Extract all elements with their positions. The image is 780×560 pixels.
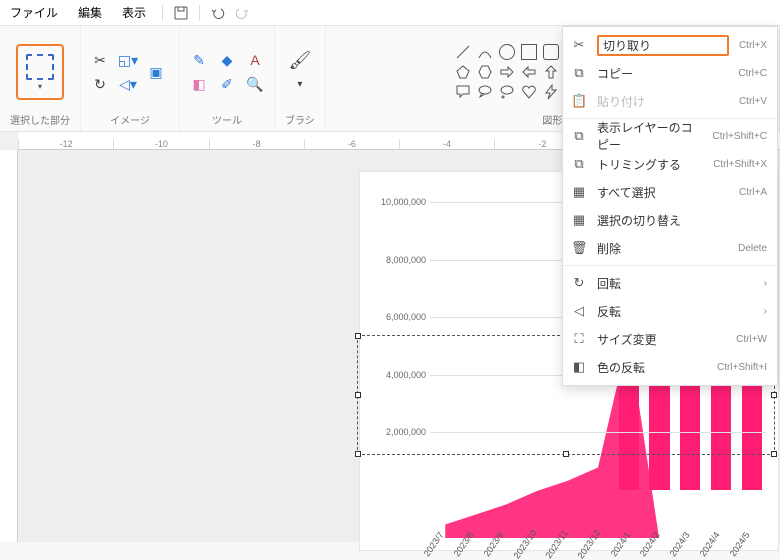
shape-heart-icon[interactable]: [521, 84, 537, 100]
shape-pentagon-icon[interactable]: [455, 64, 471, 80]
ctx-コピー[interactable]: ⧉コピーCtrl+C: [563, 59, 777, 87]
flip-icon[interactable]: ◁▾: [119, 75, 137, 93]
shape-lightning-icon[interactable]: [543, 84, 559, 100]
menu-view[interactable]: 表示: [112, 0, 156, 25]
ruler-vertical: [0, 150, 18, 542]
shape-arrow-r-icon[interactable]: [499, 64, 515, 80]
pencil-icon[interactable]: ✎: [190, 51, 208, 69]
group-brush: 🖌 ▾ ブラシ: [275, 26, 326, 131]
shape-roundrect-icon[interactable]: [543, 44, 559, 60]
rect-select-icon: [26, 54, 54, 80]
shape-curve-icon[interactable]: [477, 44, 493, 60]
ctx-選択の切り替え[interactable]: ▦選択の切り替え: [563, 206, 777, 234]
ctx-トリミングする[interactable]: ⧉トリミングするCtrl+Shift+X: [563, 150, 777, 178]
chevron-down-icon[interactable]: ▾: [291, 75, 309, 93]
undo-icon[interactable]: [206, 3, 230, 23]
group-label: 選択した部分: [10, 112, 70, 129]
ctx-すべて選択[interactable]: ▦すべて選択Ctrl+A: [563, 178, 777, 206]
ctx-切り取り[interactable]: ✂切り取りCtrl+X: [563, 31, 777, 59]
group-label: ブラシ: [285, 112, 315, 129]
shape-line-icon[interactable]: [455, 44, 471, 60]
text-icon[interactable]: A: [246, 51, 264, 69]
x-axis-labels: 2023/72023/82023/92023/102023/112023/122…: [430, 530, 766, 540]
eraser-icon[interactable]: ◧: [190, 75, 208, 93]
fill-icon[interactable]: ◆: [218, 51, 236, 69]
shape-arrow-l-icon[interactable]: [521, 64, 537, 80]
resize-icon[interactable]: ◱▾: [119, 51, 137, 69]
brush-icon[interactable]: 🖌: [291, 51, 309, 69]
ctx-色の反転[interactable]: ◧色の反転Ctrl+Shift+I: [563, 353, 777, 381]
divider: [162, 5, 163, 21]
shape-oval-icon[interactable]: [499, 44, 515, 60]
zoom-icon[interactable]: 🔍: [246, 75, 264, 93]
context-menu: ✂切り取りCtrl+X⧉コピーCtrl+C📋貼り付けCtrl+V ⧉表示レイヤーの…: [562, 26, 778, 386]
menu-file[interactable]: ファイル: [0, 0, 68, 25]
shape-callout-cloud-icon[interactable]: [499, 84, 515, 100]
group-label: ツール: [212, 112, 242, 129]
divider: [199, 5, 200, 21]
ctx-表示レイヤーのコピー[interactable]: ⧉表示レイヤーのコピーCtrl+Shift+C: [563, 122, 777, 150]
ctx-サイズ変更[interactable]: ⛶サイズ変更Ctrl+W: [563, 325, 777, 353]
picker-icon[interactable]: ✐: [218, 75, 236, 93]
ctx-回転[interactable]: ↻回転›: [563, 269, 777, 297]
shape-hexagon-icon[interactable]: [477, 64, 493, 80]
group-label: イメージ: [110, 112, 150, 129]
shape-arrow-u-icon[interactable]: [543, 64, 559, 80]
shape-rect-icon[interactable]: [521, 44, 537, 60]
menu-edit[interactable]: 編集: [68, 0, 112, 25]
menubar: ファイル 編集 表示: [0, 0, 780, 26]
ctx-貼り付け: 📋貼り付けCtrl+V: [563, 87, 777, 115]
group-tool: ✎ ◆ A ◧ ✐ 🔍 ツール: [180, 26, 275, 131]
crop-icon[interactable]: ✂: [91, 51, 109, 69]
group-label: 図形: [542, 112, 562, 129]
rotate-icon[interactable]: ↻: [91, 75, 109, 93]
rect-select-tool[interactable]: ▾: [16, 44, 64, 100]
save-icon[interactable]: [169, 3, 193, 23]
group-image: ✂ ◱▾ ↻ ◁▾ ▣ イメージ: [81, 26, 180, 131]
shape-callout-rect-icon[interactable]: [455, 84, 471, 100]
chevron-down-icon: ▾: [38, 82, 42, 91]
layers-icon[interactable]: ▣: [143, 63, 169, 81]
ctx-反転[interactable]: ◁反転›: [563, 297, 777, 325]
group-selection: ▾ 選択した部分: [0, 26, 81, 131]
shape-callout-round-icon[interactable]: [477, 84, 493, 100]
ctx-削除[interactable]: 🗑削除Delete: [563, 234, 777, 262]
redo-icon[interactable]: [230, 3, 254, 23]
